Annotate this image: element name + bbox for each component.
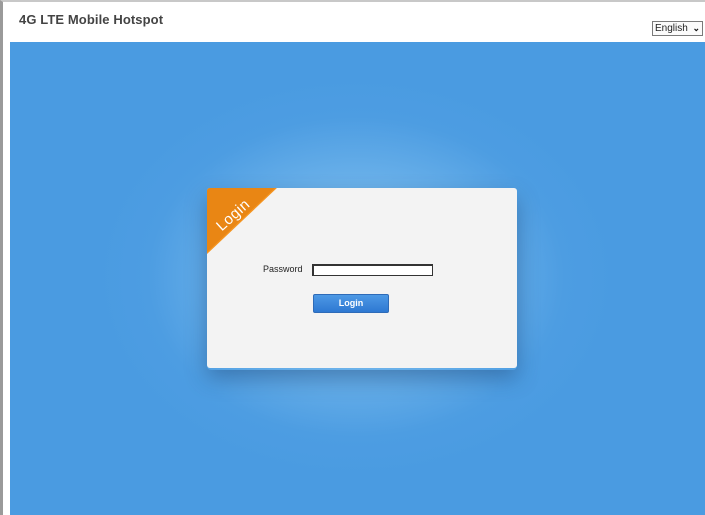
password-label: Password (263, 264, 303, 274)
chevron-down-icon: ⌄ (692, 23, 700, 33)
language-select-value: English (655, 23, 688, 34)
login-panel: Login Password Login (207, 188, 517, 368)
login-stage: Login Password Login (10, 42, 705, 515)
login-button[interactable]: Login (313, 294, 389, 313)
language-select[interactable]: English ⌄ (652, 21, 703, 36)
app-title: 4G LTE Mobile Hotspot (19, 12, 164, 27)
page-header: 4G LTE Mobile Hotspot English ⌄ (10, 8, 705, 42)
password-field[interactable] (312, 264, 433, 276)
